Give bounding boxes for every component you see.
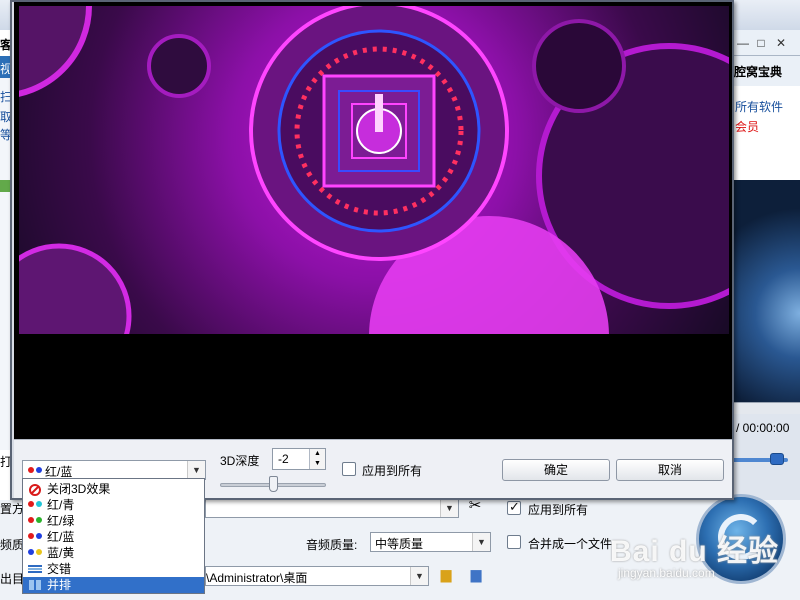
watermark-logo: Bai du 经验	[610, 535, 780, 568]
apply-all-label: 应用到所有	[528, 503, 589, 517]
chevron-down-icon: ▼	[187, 461, 205, 479]
watermark-url: jingyan.baidu.com	[618, 566, 715, 580]
output-path-value: \Administrator\桌面	[206, 571, 308, 585]
blue-yellow-glasses-icon	[27, 548, 43, 558]
option-blue-yellow[interactable]: 蓝/黄	[23, 545, 204, 561]
all-software-link[interactable]: 所有软件	[735, 98, 783, 115]
option-red-cyan[interactable]: 红/青	[23, 497, 204, 513]
ok-button[interactable]: 确定	[502, 459, 610, 481]
chevron-down-icon: ▼	[440, 499, 458, 517]
video-preview-area	[14, 2, 732, 439]
depth-label: 3D深度	[220, 454, 260, 468]
merge-label: 合并成一个文件	[528, 537, 613, 551]
chevron-down-icon: ▼	[410, 567, 428, 585]
option-label: 交错	[47, 562, 72, 576]
output-path-select[interactable]: \Administrator\桌面 ▼	[205, 566, 429, 586]
option-interlaced[interactable]: 交错	[23, 561, 204, 577]
option-red-green[interactable]: 红/绿	[23, 513, 204, 529]
option-label: 并排	[47, 578, 72, 592]
3d-mode-select[interactable]: 红/蓝 ▼	[22, 460, 206, 480]
chevron-down-icon: ▼	[472, 533, 490, 551]
option-3d-off[interactable]: 关闭3D效果	[23, 481, 204, 497]
folder-icon[interactable]: ▆	[434, 566, 458, 586]
option-label: 蓝/黄	[47, 546, 75, 560]
preview-player	[732, 180, 800, 402]
nav-item-baodian[interactable]: 腔窝宝典	[734, 63, 782, 80]
option-red-blue[interactable]: 红/蓝	[23, 529, 204, 545]
side-by-side-icon	[27, 580, 43, 590]
option-label: 关闭3D效果	[47, 482, 111, 496]
settings-label-fragment-2: 置方	[0, 502, 25, 516]
red-green-glasses-icon	[27, 516, 43, 526]
audio-quality-label: 音频质量:	[306, 538, 358, 552]
depth-value: -2	[278, 452, 289, 466]
dialog-apply-all-checkbox[interactable]	[342, 462, 356, 476]
red-cyan-glasses-icon	[27, 500, 43, 510]
close-button[interactable]: ✕	[772, 35, 790, 51]
option-label: 红/青	[47, 498, 75, 512]
dialog-apply-all-label: 应用到所有	[362, 464, 423, 478]
audio-quality-select[interactable]: 中等质量 ▼	[370, 532, 491, 552]
settings-label-fragment-3: 频质	[0, 538, 25, 552]
volume-knob[interactable]	[770, 453, 784, 465]
minimize-button[interactable]: —	[734, 35, 752, 51]
preset-select[interactable]: ▼	[205, 498, 459, 518]
3d-mode-dropdown-list: 关闭3D效果 红/青 红/绿 红/蓝 蓝/黄 交错 并排	[22, 478, 205, 594]
option-label: 红/绿	[47, 514, 75, 528]
audio-quality-value: 中等质量	[375, 537, 424, 551]
maximize-button[interactable]: □	[752, 35, 770, 51]
no-entry-icon	[27, 484, 43, 496]
open-folder-icon[interactable]: ▆	[464, 566, 488, 586]
merge-checkbox[interactable]	[507, 535, 521, 549]
arrow-up-icon[interactable]: ▲	[310, 449, 325, 459]
arrow-down-icon[interactable]: ▼	[310, 459, 325, 469]
player-time: / 00:00:00	[736, 421, 790, 435]
depth-stepper-buttons[interactable]: ▲ ▼	[309, 449, 325, 469]
apply-all-checkbox[interactable]	[507, 499, 521, 515]
member-link[interactable]: 会员	[735, 118, 759, 135]
anaglyph-gear-scene	[19, 6, 729, 334]
depth-stepper[interactable]: -2 ▲ ▼	[272, 448, 326, 470]
video-preview-frame	[19, 6, 729, 334]
progress-indicator	[0, 180, 10, 192]
red-blue-glasses-icon	[27, 466, 43, 474]
red-blue-glasses-icon	[27, 532, 43, 542]
option-label: 红/蓝	[47, 530, 75, 544]
cancel-button[interactable]: 取消	[616, 459, 724, 481]
interlaced-icon	[27, 564, 43, 574]
3d-settings-dialog: 红/蓝 ▼ 3D深度 -2 ▲ ▼ 应用到所有 确定 取消	[10, 0, 734, 500]
depth-slider-knob[interactable]	[268, 476, 278, 492]
player-seek-bar[interactable]	[732, 402, 800, 414]
option-side-by-side[interactable]: 并排	[23, 577, 204, 593]
settings-label-fragment-4: 出目	[0, 572, 25, 586]
